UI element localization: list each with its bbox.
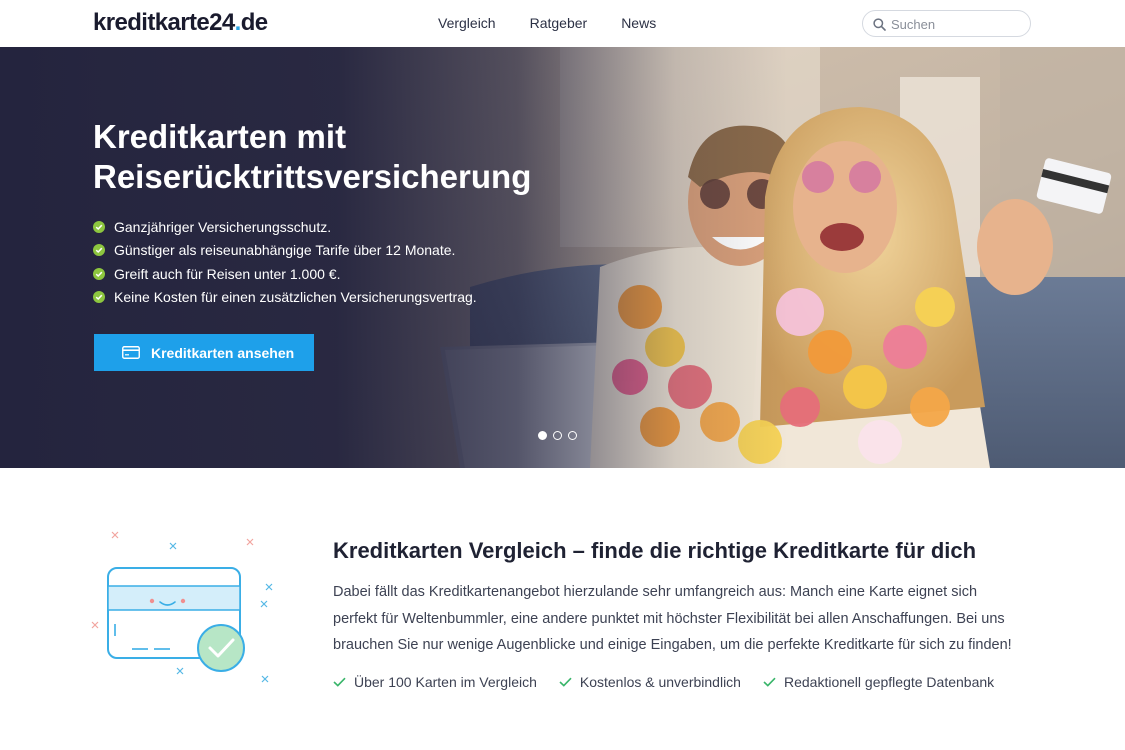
site-logo[interactable]: kreditkarte24.de bbox=[93, 9, 268, 37]
check-icon bbox=[559, 677, 572, 687]
hero-feature-list: Ganzjähriger Versicherungsschutz. Günsti… bbox=[93, 215, 477, 309]
usp-text: Redaktionell gepflegte Datenbank bbox=[783, 674, 995, 690]
check-circle-icon bbox=[93, 291, 105, 304]
hero-banner: Kreditkarten mit Reiserücktrittsversiche… bbox=[0, 47, 1125, 468]
description-line: perfekt für Weltenbummler, eine andere p… bbox=[333, 610, 1005, 627]
check-icon bbox=[333, 677, 346, 687]
feature-item: Greift auch für Reisen unter 1.000 €. bbox=[93, 262, 477, 286]
section-title: Kreditkarten Vergleich – finde die richt… bbox=[333, 538, 977, 563]
usp-list: Über 100 Karten im Vergleich Kostenlos &… bbox=[333, 674, 1016, 690]
usp-text: Über 100 Karten im Vergleich bbox=[354, 674, 537, 690]
usp-text: Kostenlos & unverbindlich bbox=[579, 674, 741, 690]
nav-news[interactable]: News bbox=[621, 15, 656, 31]
feature-item: Ganzjähriger Versicherungsschutz. bbox=[93, 215, 477, 239]
slider-dot-3[interactable] bbox=[568, 431, 577, 440]
main-nav: Vergleich Ratgeber News bbox=[438, 15, 690, 31]
cta-label: Kreditkarten ansehen bbox=[151, 344, 295, 361]
search-box[interactable] bbox=[862, 10, 1031, 37]
section-description: Dabei fällt das Kreditkartenangebot hier… bbox=[333, 579, 1053, 659]
feature-text: Greift auch für Reisen unter 1.000 €. bbox=[114, 265, 341, 282]
check-circle-icon bbox=[93, 220, 105, 233]
credit-card-illustration bbox=[91, 531, 273, 683]
usp-item: Über 100 Karten im Vergleich bbox=[333, 674, 537, 690]
nav-vergleich[interactable]: Vergleich bbox=[438, 15, 496, 31]
slider-dot-1[interactable] bbox=[538, 431, 547, 440]
feature-text: Günstiger als reiseunabhängige Tarife üb… bbox=[114, 242, 456, 259]
feature-item: Keine Kosten für einen zusätzlichen Vers… bbox=[93, 286, 477, 310]
check-circle-icon bbox=[93, 244, 105, 257]
logo-tld: de bbox=[240, 9, 268, 36]
usp-item: Kostenlos & unverbindlich bbox=[559, 674, 741, 690]
slider-dot-2[interactable] bbox=[553, 431, 562, 440]
hero-title-line-1: Kreditkarten mit bbox=[93, 118, 347, 155]
credit-card-icon bbox=[122, 346, 140, 359]
search-input[interactable] bbox=[891, 14, 1021, 34]
hero-title: Kreditkarten mit Reiserücktrittsversiche… bbox=[93, 117, 613, 197]
description-line: brauchen Sie nur wenige Augenblicke und … bbox=[333, 637, 1012, 653]
feature-text: Ganzjähriger Versicherungsschutz. bbox=[114, 218, 332, 235]
show-credit-cards-button[interactable]: Kreditkarten ansehen bbox=[94, 334, 314, 371]
search-icon bbox=[873, 18, 886, 31]
check-circle-icon bbox=[93, 267, 105, 280]
usp-item: Redaktionell gepflegte Datenbank bbox=[763, 674, 994, 690]
hero-title-line-2: Reiserücktrittsversicherung bbox=[93, 158, 532, 195]
site-header: kreditkarte24.de Vergleich Ratgeber News bbox=[0, 0, 1125, 47]
slider-dots bbox=[538, 431, 583, 440]
check-icon bbox=[763, 677, 776, 687]
feature-item: Günstiger als reiseunabhängige Tarife üb… bbox=[93, 239, 477, 263]
logo-text: kreditkarte24 bbox=[93, 9, 235, 36]
description-line: Dabei fällt das Kreditkartenangebot hier… bbox=[333, 584, 978, 600]
nav-ratgeber[interactable]: Ratgeber bbox=[530, 15, 588, 31]
feature-text: Keine Kosten für einen zusätzlichen Vers… bbox=[114, 289, 477, 306]
